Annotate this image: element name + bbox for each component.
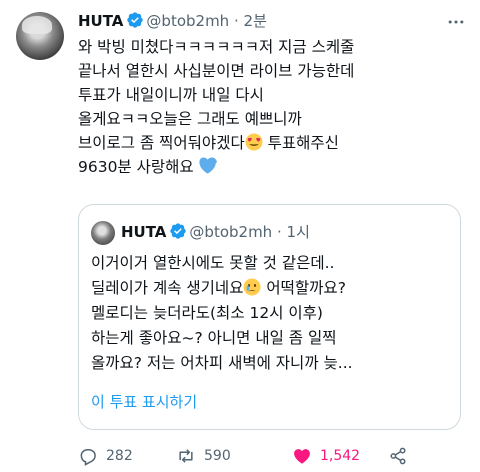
quoted-author-handle: @btob2mh [189, 223, 273, 241]
reply-icon [80, 449, 96, 466]
reply-button[interactable]: 282 [78, 444, 133, 468]
author-handle[interactable]: @btob2mh [146, 12, 229, 30]
quoted-line: 딜레이가 계속 생기네요 [91, 279, 244, 297]
header-separator: · [233, 12, 239, 30]
author-display-name[interactable]: HUTA [78, 12, 123, 30]
verified-badge-icon [170, 223, 187, 239]
quoted-line: 어떡할까요? [261, 279, 346, 297]
heart-eyes-emoji-icon [245, 133, 263, 151]
author-avatar[interactable] [16, 12, 64, 60]
retweet-count: 590 [204, 448, 231, 464]
tweet-line: 9630분 사랑해요 [78, 158, 194, 176]
tweet-actions-bar: 282 590 1,542 [78, 444, 468, 468]
quoted-tweet-card[interactable]: HUTA @btob2mh · 1시 이거이거 열한시에도 못할 것 같은데.. … [78, 204, 461, 430]
tweet-line: 브이로그 좀 찍어둬야겠다 [78, 134, 245, 152]
share-icon [390, 447, 406, 465]
quoted-tweet-body: 이거이거 열한시에도 못할 것 같은데.. 딜레이가 계속 생기네요 어떡할까요… [91, 251, 451, 376]
more-options-icon[interactable] [446, 12, 466, 32]
show-poll-link[interactable]: 이 투표 표시하기 [91, 391, 197, 413]
like-button[interactable]: 1,542 [292, 444, 360, 468]
quoted-line: 하는게 좋아요~? 아니면 내일 좀 일찍 [91, 329, 337, 347]
quoted-line: 올까요? 저는 어차피 새벽에 자니까 늦... [91, 354, 353, 372]
quoted-tweet-timestamp: 1시 [286, 223, 310, 241]
like-count: 1,542 [320, 448, 361, 464]
quoted-line: 이거이거 열한시에도 못할 것 같은데.. [91, 254, 335, 272]
reply-count: 282 [106, 448, 133, 464]
tweet-line: 투표해주신 [262, 134, 339, 152]
tweet-timestamp[interactable]: 2분 [244, 12, 267, 30]
tweet-header: HUTA @btob2mh · 2분 [78, 10, 468, 32]
tweet-line: 올게요ㅋㅋ오늘은 그래도 예쁘니까 [78, 110, 302, 128]
sad-tear-emoji-icon [243, 278, 261, 296]
quoted-line: 멜로디는 늦더라도(최소 12시 이후) [91, 304, 323, 322]
quoted-tweet-header: HUTA @btob2mh · 1시 [121, 221, 310, 243]
tweet-line: 투표가 내일이니까 내일 다시 [78, 86, 264, 104]
blue-heart-emoji-icon [199, 157, 217, 174]
quoted-author-display-name: HUTA [121, 223, 167, 241]
verified-badge-icon [127, 12, 144, 28]
tweet-line: 끝나서 열한시 사십분이면 라이브 가능한데 [78, 62, 355, 80]
retweet-icon [179, 449, 193, 463]
heart-filled-icon [294, 449, 310, 464]
tweet-body: 와 박빙 미쳤다ㅋㅋㅋㅋㅋㅋ저 지금 스케줄 끝나서 열한시 사십분이면 라이브… [78, 35, 463, 179]
tweet-line: 와 박빙 미쳤다ㅋㅋㅋㅋㅋㅋ저 지금 스케줄 [78, 38, 355, 56]
retweet-button[interactable]: 590 [176, 444, 231, 468]
quoted-author-avatar [91, 221, 115, 245]
share-button[interactable] [388, 444, 416, 468]
quoted-header-separator: · [276, 223, 282, 241]
